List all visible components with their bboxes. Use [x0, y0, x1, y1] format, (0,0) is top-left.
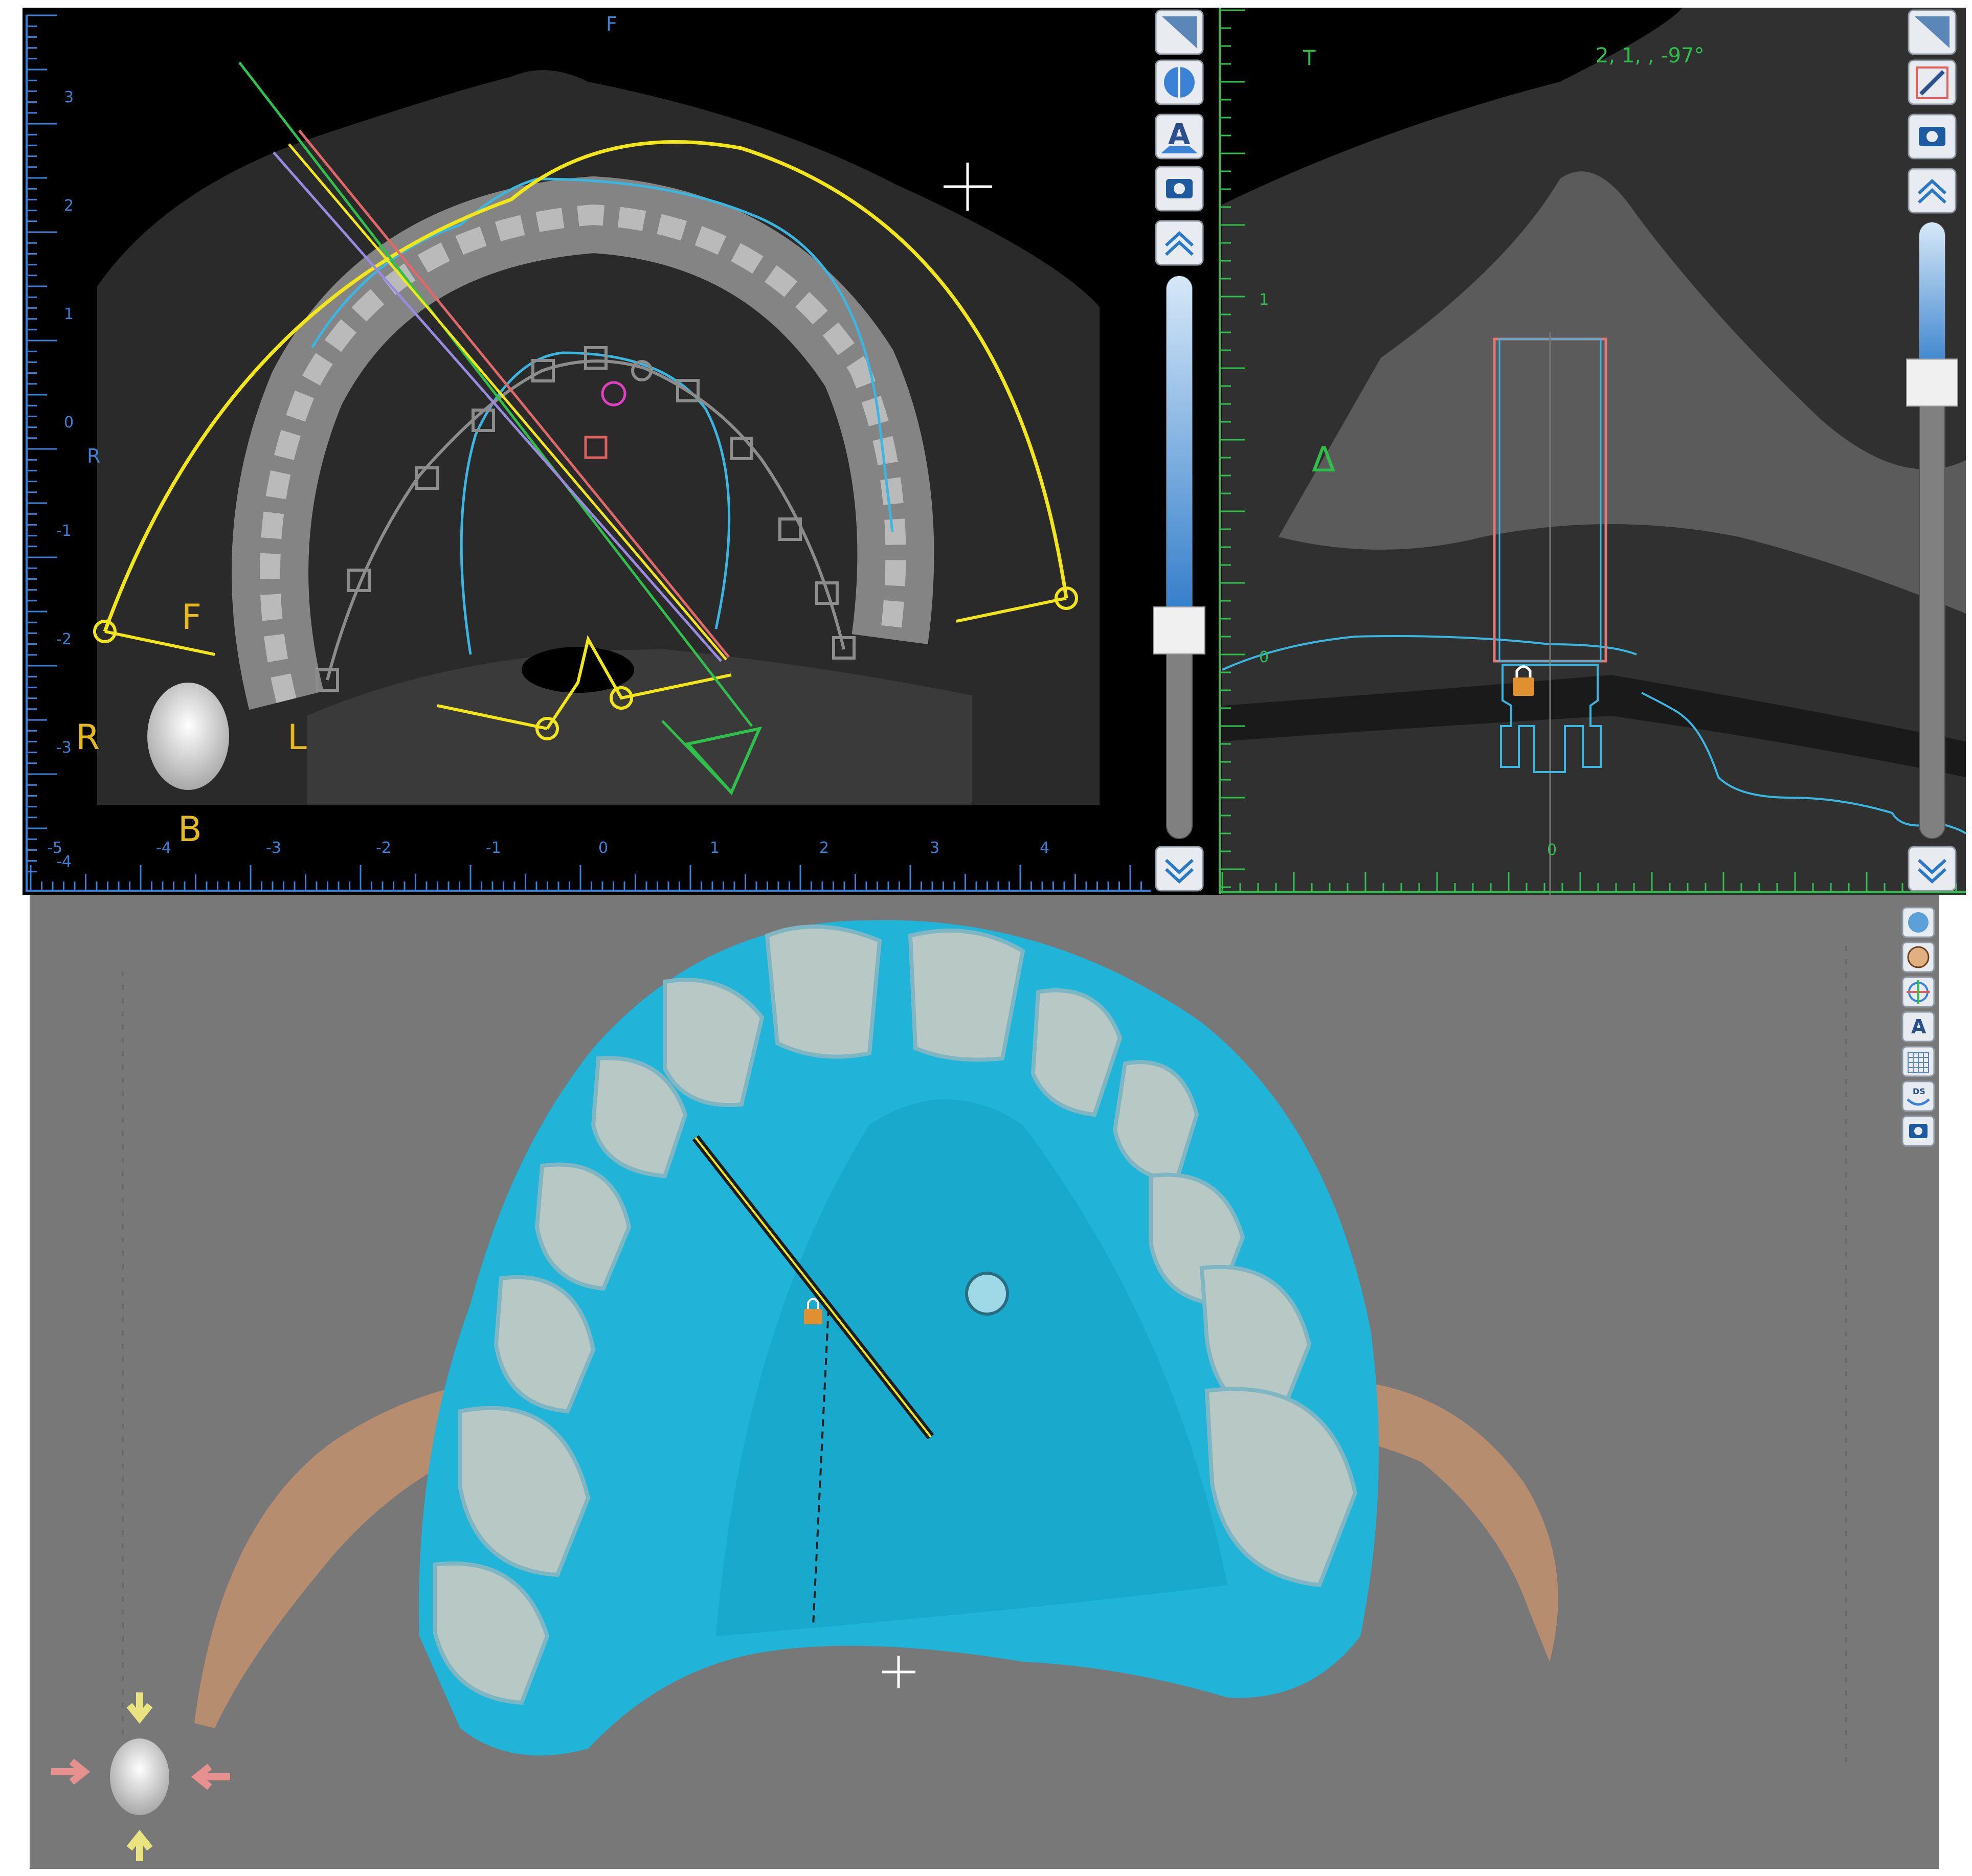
ruler-x-label: 2	[819, 839, 829, 857]
snapshot-button[interactable]	[1155, 166, 1204, 212]
ruler-y-label: 1	[1259, 291, 1269, 309]
slider-thumb[interactable]	[1153, 606, 1205, 654]
delta-marker: Δ	[1312, 440, 1336, 480]
airway	[522, 647, 634, 693]
pen-button[interactable]	[1908, 59, 1957, 105]
ruler-x-label: 0	[598, 839, 608, 857]
ruler-y-label: 2	[64, 197, 74, 215]
ruler-y-label: 0	[64, 414, 74, 432]
skull-view-button[interactable]	[1901, 907, 1935, 938]
scroll-up-button[interactable]	[1155, 220, 1204, 266]
annotation-icon: A	[1911, 1015, 1926, 1038]
ruler-x-label: 0	[1547, 841, 1557, 859]
ruler-x-label: -5	[47, 839, 62, 857]
ruler-x-label: -3	[266, 839, 281, 857]
cube-label-right: R	[76, 717, 100, 758]
snapshot-button[interactable]	[1901, 1115, 1935, 1147]
scroll-up-button[interactable]	[1908, 168, 1957, 214]
annotation-button[interactable]: A	[1155, 114, 1204, 160]
ruler-y-label: 3	[64, 88, 74, 106]
face-icon	[1907, 946, 1930, 968]
ruler-x-label: 1	[710, 839, 720, 857]
contrast-button[interactable]	[1155, 59, 1204, 105]
axial-toolbar: A	[1153, 8, 1215, 895]
ruler-x-label: 4	[1040, 839, 1049, 857]
ruler-x-label: -4	[156, 839, 171, 857]
view-3d-toolbar: A DS	[1901, 907, 1935, 1147]
ruler-x-label: 3	[930, 839, 939, 857]
application-window: F R F R L B 3 2 1 0 -1 -2 -3 -4 -5 -4 -3…	[23, 8, 1967, 1869]
ruler-y-label: 0	[1259, 648, 1269, 666]
ruler-y-label: -3	[56, 739, 72, 757]
axial-orientation-left: R	[87, 445, 100, 467]
ds-button[interactable]: DS	[1901, 1080, 1935, 1112]
measure-button[interactable]	[1155, 9, 1204, 55]
axial-view[interactable]: F R F R L B 3 2 1 0 -1 -2 -3 -4 -5 -4 -3…	[23, 8, 1153, 895]
head-icon[interactable]	[110, 1738, 169, 1815]
snapshot-button[interactable]	[1908, 114, 1957, 160]
cube-label-left: L	[287, 717, 307, 758]
cube-label-bottom: B	[178, 809, 202, 850]
cross-orientation-top: T	[1303, 47, 1316, 70]
ruler-y-label: -2	[56, 630, 72, 648]
orientation-button[interactable]	[1901, 976, 1935, 1008]
annotation-button[interactable]: A	[1901, 1011, 1935, 1043]
axial-orientation-top: F	[606, 13, 617, 35]
angle-readout: 2, 1, , -97°	[1596, 44, 1705, 67]
ruler-x-label: -2	[376, 839, 391, 857]
measure-button[interactable]	[1908, 9, 1957, 55]
ruler-y-label: 1	[64, 305, 74, 323]
face-view-button[interactable]	[1901, 941, 1935, 973]
scroll-down-button[interactable]	[1155, 846, 1204, 892]
slider-thumb[interactable]	[1906, 358, 1958, 407]
grid-button[interactable]	[1901, 1046, 1935, 1077]
cross-section-view[interactable]: T 2, 1, , -97° Δ 1 0 0	[1215, 8, 1967, 895]
skull-icon	[1908, 912, 1929, 933]
ds-label: DS	[1913, 1087, 1925, 1096]
cross-toolbar	[1906, 9, 1958, 892]
ruler-y-label: -1	[56, 522, 72, 540]
ruler-x-label: -1	[486, 839, 501, 857]
scroll-down-button[interactable]	[1908, 846, 1957, 892]
implant-abutment-3d[interactable]	[965, 1272, 1009, 1316]
view-3d[interactable]	[30, 895, 1939, 1869]
cube-label-front: F	[182, 597, 201, 638]
